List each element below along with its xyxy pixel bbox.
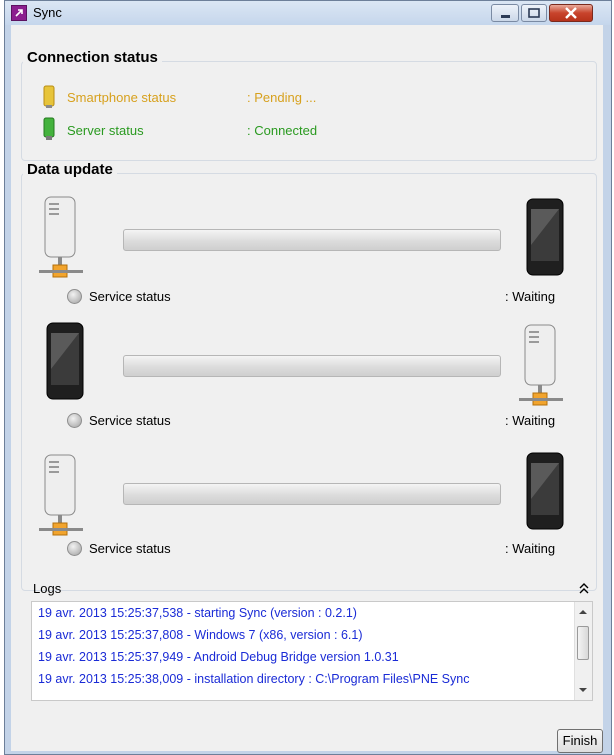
title-bar[interactable]: Sync <box>5 1 611 25</box>
logs-title: Logs <box>33 581 62 596</box>
smartphone-status-value: : Pending ... <box>247 90 317 105</box>
service-status-value-2: : Waiting <box>505 413 556 428</box>
smartphone-icon <box>526 452 564 530</box>
client-area: Connection status Smartphone status : Pe… <box>11 25 603 753</box>
service-status-indicator-3 <box>67 541 82 556</box>
service-status-indicator-2 <box>67 413 82 428</box>
server-icon <box>519 324 563 406</box>
connection-status-title: Connection status <box>23 49 162 66</box>
smartphone-icon <box>526 198 564 276</box>
collapse-chevron-icon[interactable] <box>579 583 589 595</box>
log-line: 19 avr. 2013 15:25:37,949 - Android Debu… <box>38 650 399 664</box>
logs-scrollbar[interactable] <box>574 602 592 700</box>
minimize-button[interactable] <box>491 4 519 22</box>
server-icon <box>39 454 83 536</box>
maximize-button[interactable] <box>521 4 547 22</box>
logs-panel[interactable]: 19 avr. 2013 15:25:37,538 - starting Syn… <box>31 601 593 701</box>
finish-button[interactable]: Finish <box>557 729 603 753</box>
service-status-indicator-1 <box>67 289 82 304</box>
data-update-title: Data update <box>23 161 117 178</box>
service-status-value-3: : Waiting <box>505 541 556 556</box>
smartphone-status-label: Smartphone status <box>67 90 177 105</box>
service-status-label-1: Service status <box>89 289 171 304</box>
service-status-label-2: Service status <box>89 413 171 428</box>
server-status-value: : Connected <box>247 123 318 138</box>
server-status-icon <box>43 117 55 140</box>
scroll-down-arrow-icon[interactable] <box>578 686 588 694</box>
close-button[interactable] <box>549 4 593 22</box>
log-line: 19 avr. 2013 15:25:37,808 - Windows 7 (x… <box>38 628 363 642</box>
data-update-progress-bar-2 <box>123 355 501 377</box>
server-icon <box>39 196 83 278</box>
app-icon <box>11 5 27 21</box>
window-title: Sync <box>33 5 62 20</box>
service-status-value-1: : Waiting <box>505 289 556 304</box>
log-line: 19 avr. 2013 15:25:38,009 - installation… <box>38 672 470 686</box>
smartphone-status-icon <box>43 85 55 108</box>
connection-status-group <box>21 61 597 161</box>
smartphone-icon <box>46 322 84 400</box>
scroll-up-arrow-icon[interactable] <box>578 608 588 616</box>
data-update-progress-bar-1 <box>123 229 501 251</box>
scrollbar-thumb[interactable] <box>577 626 589 660</box>
server-status-label: Server status <box>67 123 144 138</box>
log-line: 19 avr. 2013 15:25:37,538 - starting Syn… <box>38 606 357 620</box>
service-status-label-3: Service status <box>89 541 171 556</box>
data-update-progress-bar-3 <box>123 483 501 505</box>
sync-window: Sync Connection status Smartphone status… <box>4 0 612 755</box>
